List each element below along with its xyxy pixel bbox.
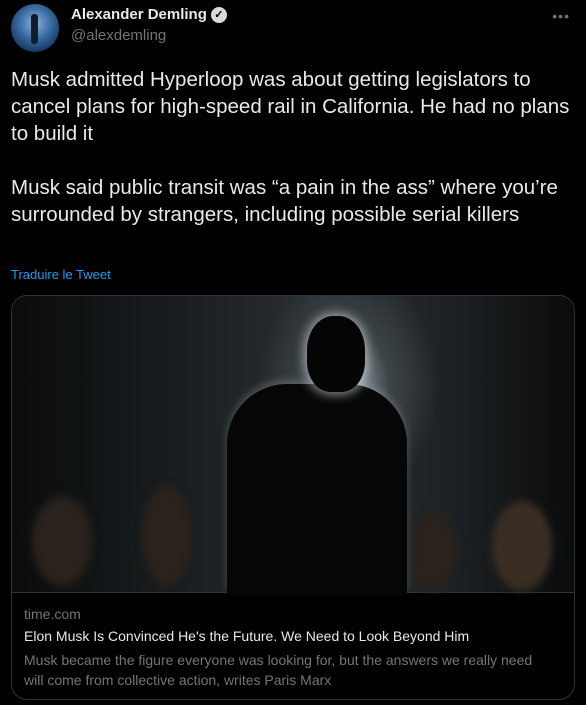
author-handle[interactable]: @alexdemling xyxy=(71,27,166,44)
verified-badge-icon: ✓ xyxy=(210,6,227,23)
card-description: Musk became the figure everyone was look… xyxy=(24,652,533,688)
translate-tweet-link[interactable]: Traduire le Tweet xyxy=(11,267,111,282)
author-name[interactable]: Alexander Demling xyxy=(71,6,207,23)
tweet-paragraph: Musk said public transit was “a pain in … xyxy=(11,176,558,226)
tweet-text: Musk admitted Hyperloop was about gettin… xyxy=(11,66,577,255)
more-options-icon[interactable]: ••• xyxy=(552,8,570,24)
silhouette-head xyxy=(307,316,365,392)
author-name-row[interactable]: Alexander Demling ✓ xyxy=(71,6,227,23)
silhouette-figure xyxy=(227,384,407,594)
tweet-paragraph: Musk admitted Hyperloop was about gettin… xyxy=(11,68,570,145)
card-headline[interactable]: Elon Musk Is Convinced He's the Future. … xyxy=(24,628,469,644)
avatar[interactable] xyxy=(11,4,59,52)
article-image[interactable] xyxy=(12,296,574,594)
card-domain: time.com xyxy=(24,606,81,622)
link-card[interactable]: time.com Elon Musk Is Convinced He's the… xyxy=(11,295,575,700)
